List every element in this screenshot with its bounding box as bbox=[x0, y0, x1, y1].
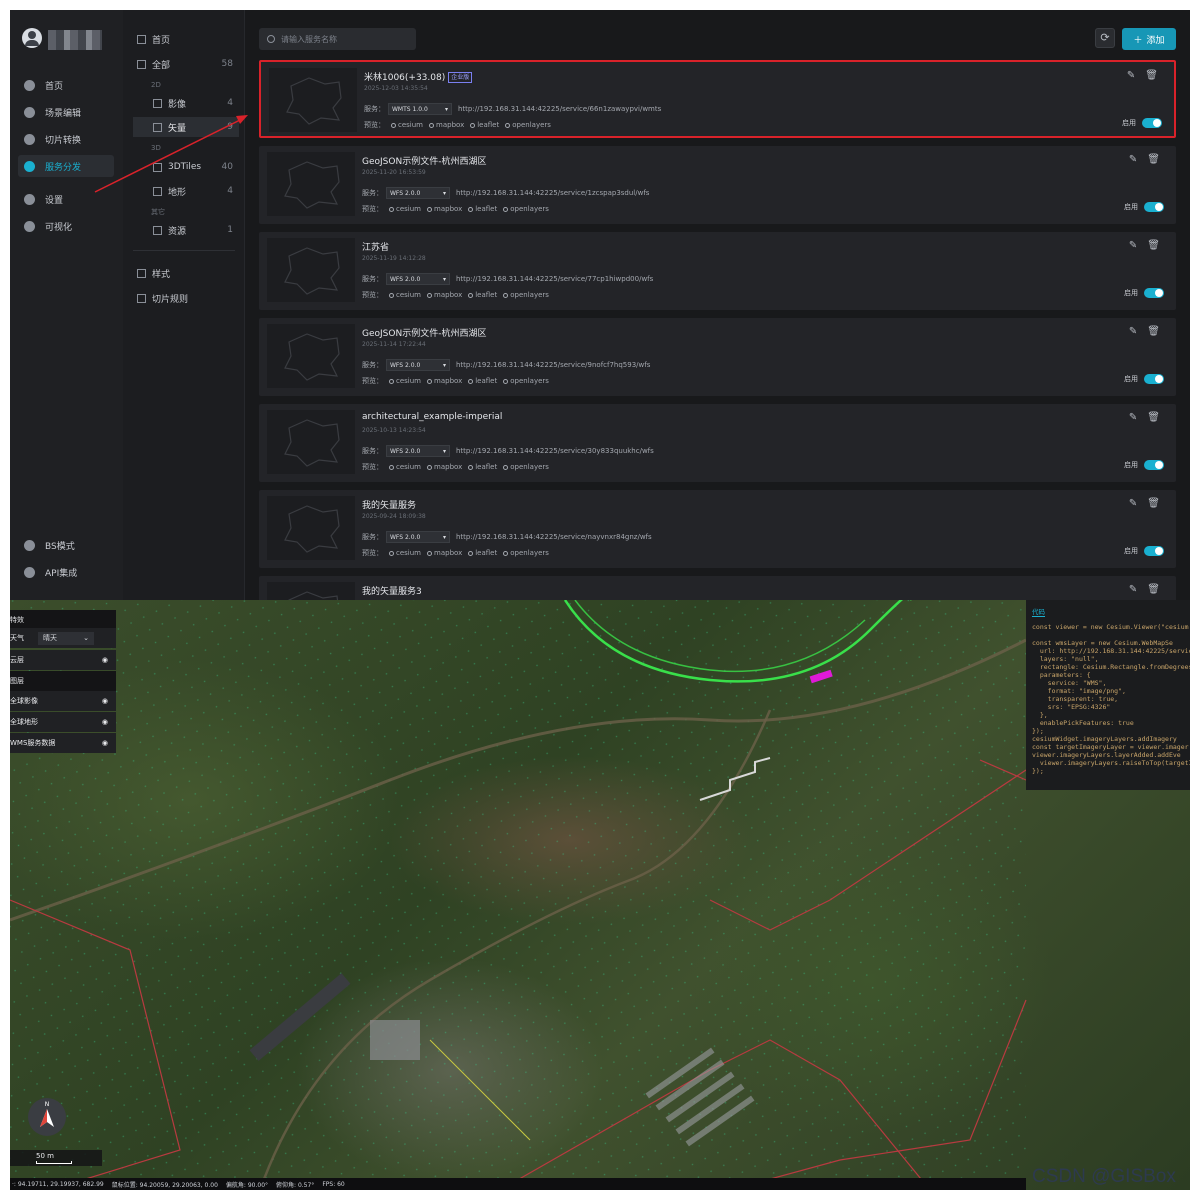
layer-wms-data: WMS服务数据 ◉ bbox=[10, 733, 116, 753]
status-item: FPS: 60 bbox=[322, 1180, 345, 1188]
weather-select[interactable]: 晴天 ⌄ bbox=[38, 631, 94, 645]
status-bar: ‧: 94.19711, 29.19937, 682.99 鼠标位置: 94.20… bbox=[10, 1178, 1026, 1190]
effects-header: 特效 bbox=[10, 610, 116, 630]
status-item: 偏航角: 90.00° bbox=[225, 1181, 269, 1189]
watermark: CSDN @GISBox bbox=[1032, 1166, 1176, 1187]
compass-arrow-icon bbox=[40, 1109, 54, 1127]
layer-global-terrain: 全球地形 ◉ bbox=[10, 712, 116, 732]
scale-bar-line bbox=[36, 1161, 72, 1164]
map-overlay bbox=[10, 600, 1027, 1190]
code-text: const viewer = new Cesium.Viewer("cesium… bbox=[1032, 623, 1190, 775]
compass[interactable]: N bbox=[28, 1098, 66, 1136]
eye-icon[interactable]: ◉ bbox=[102, 656, 108, 664]
scale-bar: 50 m bbox=[10, 1150, 102, 1166]
eye-icon[interactable]: ◉ bbox=[102, 718, 108, 726]
code-panel[interactable]: 代码 const viewer = new Cesium.Viewer("cesi… bbox=[1026, 600, 1190, 790]
chevron-down-icon: ⌄ bbox=[83, 634, 89, 642]
map-view[interactable]: 特效 天气 晴天 ⌄ 云层 ◉ 图层 全球影像 ◉ 全球地形 ◉ WMS服务数据 ◉ 代码… bbox=[10, 600, 1190, 1190]
status-item: 鼠标位置: 94.20059, 29.20063, 0.00 bbox=[111, 1181, 218, 1189]
status-item: ‧: 94.19711, 29.19937, 682.99 bbox=[12, 1180, 104, 1188]
eye-icon[interactable]: ◉ bbox=[102, 739, 108, 747]
cloud-row: 云层 ◉ bbox=[10, 650, 116, 670]
compass-north-label: N bbox=[44, 1101, 50, 1108]
weather-row: 天气 晴天 ⌄ bbox=[10, 628, 116, 648]
code-tab[interactable]: 代码 bbox=[1032, 608, 1045, 617]
annotation-arrow bbox=[94, 115, 248, 193]
layer-global-imagery: 全球影像 ◉ bbox=[10, 691, 116, 711]
eye-icon[interactable]: ◉ bbox=[102, 697, 108, 705]
layers-header: 图层 bbox=[10, 671, 116, 691]
status-item: 俯仰角: 0.57° bbox=[276, 1181, 315, 1189]
